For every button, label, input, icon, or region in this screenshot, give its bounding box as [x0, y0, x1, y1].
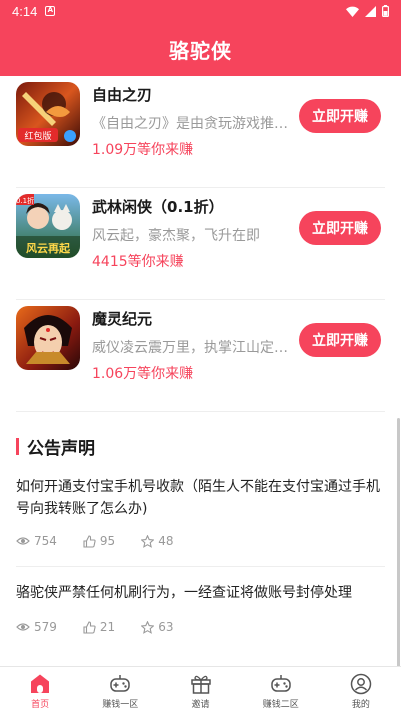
game-title: 魔灵纪元	[92, 310, 153, 328]
wifi-icon	[346, 6, 359, 17]
divider	[16, 566, 385, 567]
view-count: 754	[16, 534, 57, 548]
tab-label: 赚钱二区	[262, 700, 299, 710]
notice-title: 骆驼侠严禁任何机刷行为，一经查证将做账号封停处理	[16, 585, 352, 601]
game-badge: 风云再起	[26, 241, 71, 255]
game-title: 武林闲侠（0.1折）	[92, 198, 224, 216]
notification-a-icon: A	[45, 6, 56, 16]
thumbs-up-icon	[83, 534, 96, 548]
gamepad-icon	[110, 675, 131, 692]
app-header: 骆驼侠	[0, 22, 401, 76]
start-earning-button[interactable]: 立即开赚	[299, 211, 381, 245]
game-desc: 风云起，豪杰聚，飞升在即	[92, 228, 260, 244]
eye-icon	[16, 537, 30, 545]
gift-icon	[190, 675, 211, 694]
section-heading: 公告声明	[16, 434, 95, 459]
status-time: 4:14	[12, 3, 38, 19]
like-count[interactable]: 95	[83, 534, 115, 548]
notice-title: 如何开通支付宝手机号收款（陌生人不能在支付宝通过手机号向我转账了怎么办)	[16, 479, 380, 517]
game-icon-wulinxianxia[interactable]: 风云再起 0.1折	[16, 194, 80, 258]
game-item[interactable]: 红包版 自由之刃 《自由之刃》是由贪玩游戏推出的 1.09万等你来赚 立即开赚	[0, 76, 401, 188]
game-item[interactable]: 魔灵纪元 威仪凌云震万里，执掌江山定乾坤 1.06万等你来赚 立即开赚	[0, 300, 401, 412]
notice-item[interactable]: 如何开通支付宝手机号收款（陌生人不能在支付宝通过手机号向我转账了怎么办) 754…	[16, 476, 385, 567]
tab-earn-zone-2[interactable]: 赚钱二区	[241, 667, 321, 712]
status-bar: 4:14 A	[0, 0, 401, 22]
star-icon	[141, 620, 155, 634]
discount-badge: 0.1折	[16, 196, 34, 205]
gamepad-icon	[270, 675, 291, 692]
notice-stats: 579 21 63	[16, 620, 199, 634]
tab-label: 首页	[31, 700, 50, 710]
bottom-tab-bar: 首页 赚钱一区 邀请 赚钱二区 我的	[0, 666, 401, 712]
game-item[interactable]: 风云再起 0.1折 武林闲侠（0.1折） 风云起，豪杰聚，飞升在即 4415等你…	[0, 188, 401, 300]
start-earning-button[interactable]: 立即开赚	[299, 323, 381, 357]
notice-item[interactable]: 骆驼侠严禁任何机刷行为，一经查证将做账号封停处理 579 21 63	[16, 582, 385, 650]
tab-home[interactable]: 首页	[0, 667, 80, 712]
notice-stats: 754 95 48	[16, 534, 199, 548]
star-icon	[141, 534, 155, 548]
game-desc: 《自由之刃》是由贪玩游戏推出的	[92, 116, 297, 132]
section-title: 公告声明	[27, 439, 95, 459]
tab-label: 我的	[351, 700, 370, 710]
game-earn: 1.06万等你来赚	[92, 366, 194, 382]
scrollbar[interactable]	[397, 418, 400, 668]
tab-invite[interactable]: 邀请	[160, 667, 240, 712]
star-count[interactable]: 48	[141, 534, 173, 548]
view-count: 579	[16, 620, 57, 634]
game-icon-molingjiyuan[interactable]	[16, 306, 80, 370]
home-icon	[31, 674, 50, 693]
thumbs-up-icon	[83, 620, 96, 634]
battery-icon	[382, 5, 389, 17]
status-right	[346, 5, 389, 17]
game-icon-ziyouzhiren[interactable]: 红包版	[16, 82, 80, 146]
heading-accent-bar	[16, 438, 19, 455]
divider	[16, 411, 385, 412]
start-earning-button[interactable]: 立即开赚	[299, 99, 381, 133]
tab-label: 邀请	[191, 700, 210, 710]
game-earn: 1.09万等你来赚	[92, 142, 194, 158]
tab-earn-zone-1[interactable]: 赚钱一区	[80, 667, 160, 712]
user-icon	[350, 673, 372, 695]
eye-icon	[16, 623, 30, 631]
tab-mine[interactable]: 我的	[321, 667, 401, 712]
game-title: 自由之刃	[92, 86, 153, 104]
game-desc: 威仪凌云震万里，执掌江山定乾坤	[92, 340, 297, 356]
like-count[interactable]: 21	[83, 620, 115, 634]
star-count[interactable]: 63	[141, 620, 173, 634]
game-badge: 红包版	[24, 130, 51, 142]
tab-label: 赚钱一区	[102, 700, 139, 710]
game-earn: 4415等你来赚	[92, 254, 184, 270]
page-title: 骆驼侠	[169, 38, 232, 63]
signal-icon	[365, 5, 376, 17]
